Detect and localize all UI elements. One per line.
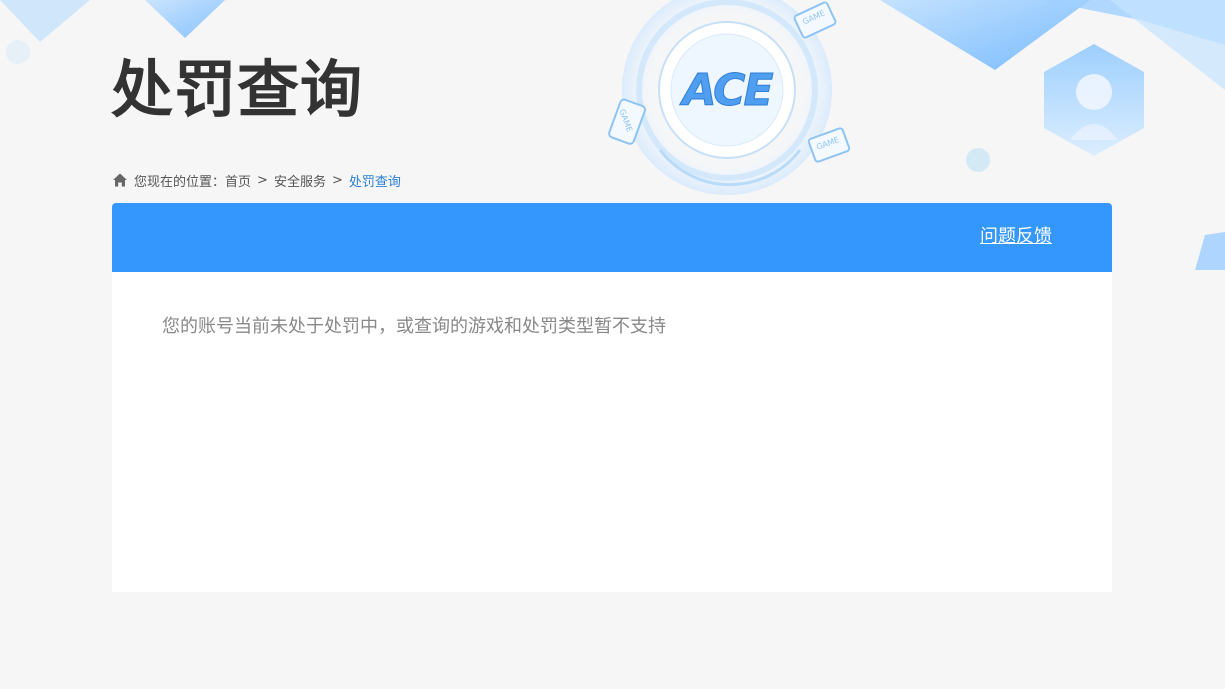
breadcrumb-item-home[interactable]: 首页 [225,171,251,190]
breadcrumb-separator: > [331,172,343,188]
query-result-panel: 问题反馈 您的账号当前未处于处罚中，或查询的游戏和处罚类型暂不支持 [112,203,1112,592]
panel-header: 问题反馈 [112,203,1112,272]
game-label: GAME [617,107,635,134]
status-message: 您的账号当前未处于处罚中，或查询的游戏和处罚类型暂不支持 [162,316,666,337]
deco-triangle [145,0,225,38]
game-label: GAME [801,8,827,27]
deco-triangle [1040,0,1225,45]
home-icon [113,173,127,187]
page: ACE GAME GAME GAME 处罚查询 您现在的位置： 首页 > 安全服… [0,0,1225,689]
breadcrumb-item-security-service[interactable]: 安全服务 [274,171,326,190]
feedback-link[interactable]: 问题反馈 [980,225,1052,249]
page-title: 处罚查询 [111,53,364,126]
game-label: GAME [815,135,841,152]
deco-hexagon [1044,44,1144,156]
deco-triangle [880,0,1090,70]
breadcrumb-separator: > [257,172,268,188]
breadcrumb: 您现在的位置： 首页 > 安全服务 > 处罚查询 [112,171,401,190]
breadcrumb-prefix: 您现在的位置： [134,174,226,190]
ace-logo-text: ACE [682,64,774,116]
panel-body: 您的账号当前未处于处罚中，或查询的游戏和处罚类型暂不支持 [112,272,1112,382]
breadcrumb-item-current[interactable]: 处罚查询 [349,171,401,190]
ace-logo: ACE [675,62,779,118]
deco-triangle [0,0,90,42]
